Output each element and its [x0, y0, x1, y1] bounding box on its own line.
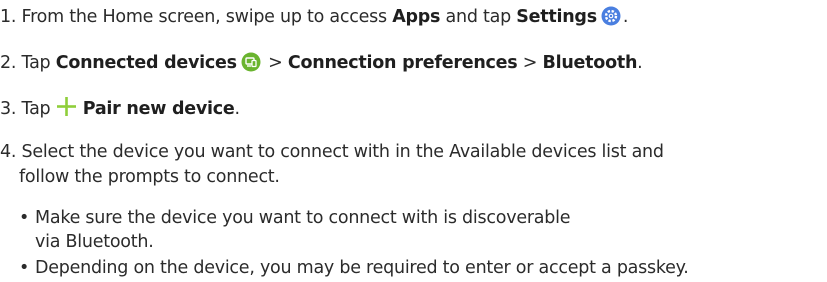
- step-4-number: 4.: [0, 142, 17, 162]
- step-4-continuation: follow the prompts to connect.: [19, 166, 280, 188]
- instructions-document: 1. From the Home screen, swipe up to acc…: [0, 0, 827, 282]
- step-4-text-line-2: follow the prompts to connect.: [19, 167, 280, 187]
- bullet-item-1-continuation: via Bluetooth.: [35, 231, 154, 253]
- step-2-number: 2.: [0, 53, 17, 73]
- step-4: 4. Select the device you want to connect…: [0, 141, 664, 163]
- bullet-1-line-2: via Bluetooth.: [35, 232, 154, 252]
- step-1-end: .: [622, 7, 629, 27]
- settings-label: Settings: [516, 7, 597, 27]
- step-2-text: Tap: [21, 53, 56, 73]
- settings-gear-icon: [601, 6, 621, 32]
- step-1-number: 1.: [0, 7, 17, 27]
- step-3-text: Tap: [21, 99, 56, 119]
- bullet-1-line-1: Make sure the device you want to connect…: [35, 208, 571, 228]
- apps-label: Apps: [392, 7, 441, 27]
- bullet-marker: •: [19, 258, 30, 278]
- step-1-text-2: and tap: [440, 7, 517, 27]
- connected-devices-label: Connected devices: [55, 53, 237, 73]
- separator-2: >: [517, 53, 543, 73]
- step-3-number: 3.: [0, 99, 17, 119]
- step-3-end: .: [234, 99, 241, 119]
- bullet-2-line-1: Depending on the device, you may be requ…: [35, 258, 689, 278]
- step-1: 1. From the Home screen, swipe up to acc…: [0, 6, 628, 32]
- bullet-item-2: • Depending on the device, you may be req…: [19, 257, 689, 279]
- step-1-text: From the Home screen, swipe up to access: [21, 7, 393, 27]
- bluetooth-label: Bluetooth: [542, 53, 638, 73]
- connected-devices-icon: [241, 52, 261, 78]
- bullet-item-1: • Make sure the device you want to connec…: [19, 207, 571, 229]
- separator-1: >: [262, 53, 288, 73]
- pair-new-device-label: Pair new device: [82, 99, 235, 119]
- plus-icon: [56, 96, 77, 123]
- step-2: 2. Tap Connected devices > Connection pr…: [0, 52, 643, 78]
- step-3: 3. Tap Pair new device.: [0, 96, 240, 123]
- connection-preferences-label: Connection preferences: [287, 53, 518, 73]
- step-4-text-line-1: Select the device you want to connect wi…: [21, 142, 664, 162]
- bullet-marker: •: [19, 208, 30, 228]
- step-2-end: .: [637, 53, 643, 73]
